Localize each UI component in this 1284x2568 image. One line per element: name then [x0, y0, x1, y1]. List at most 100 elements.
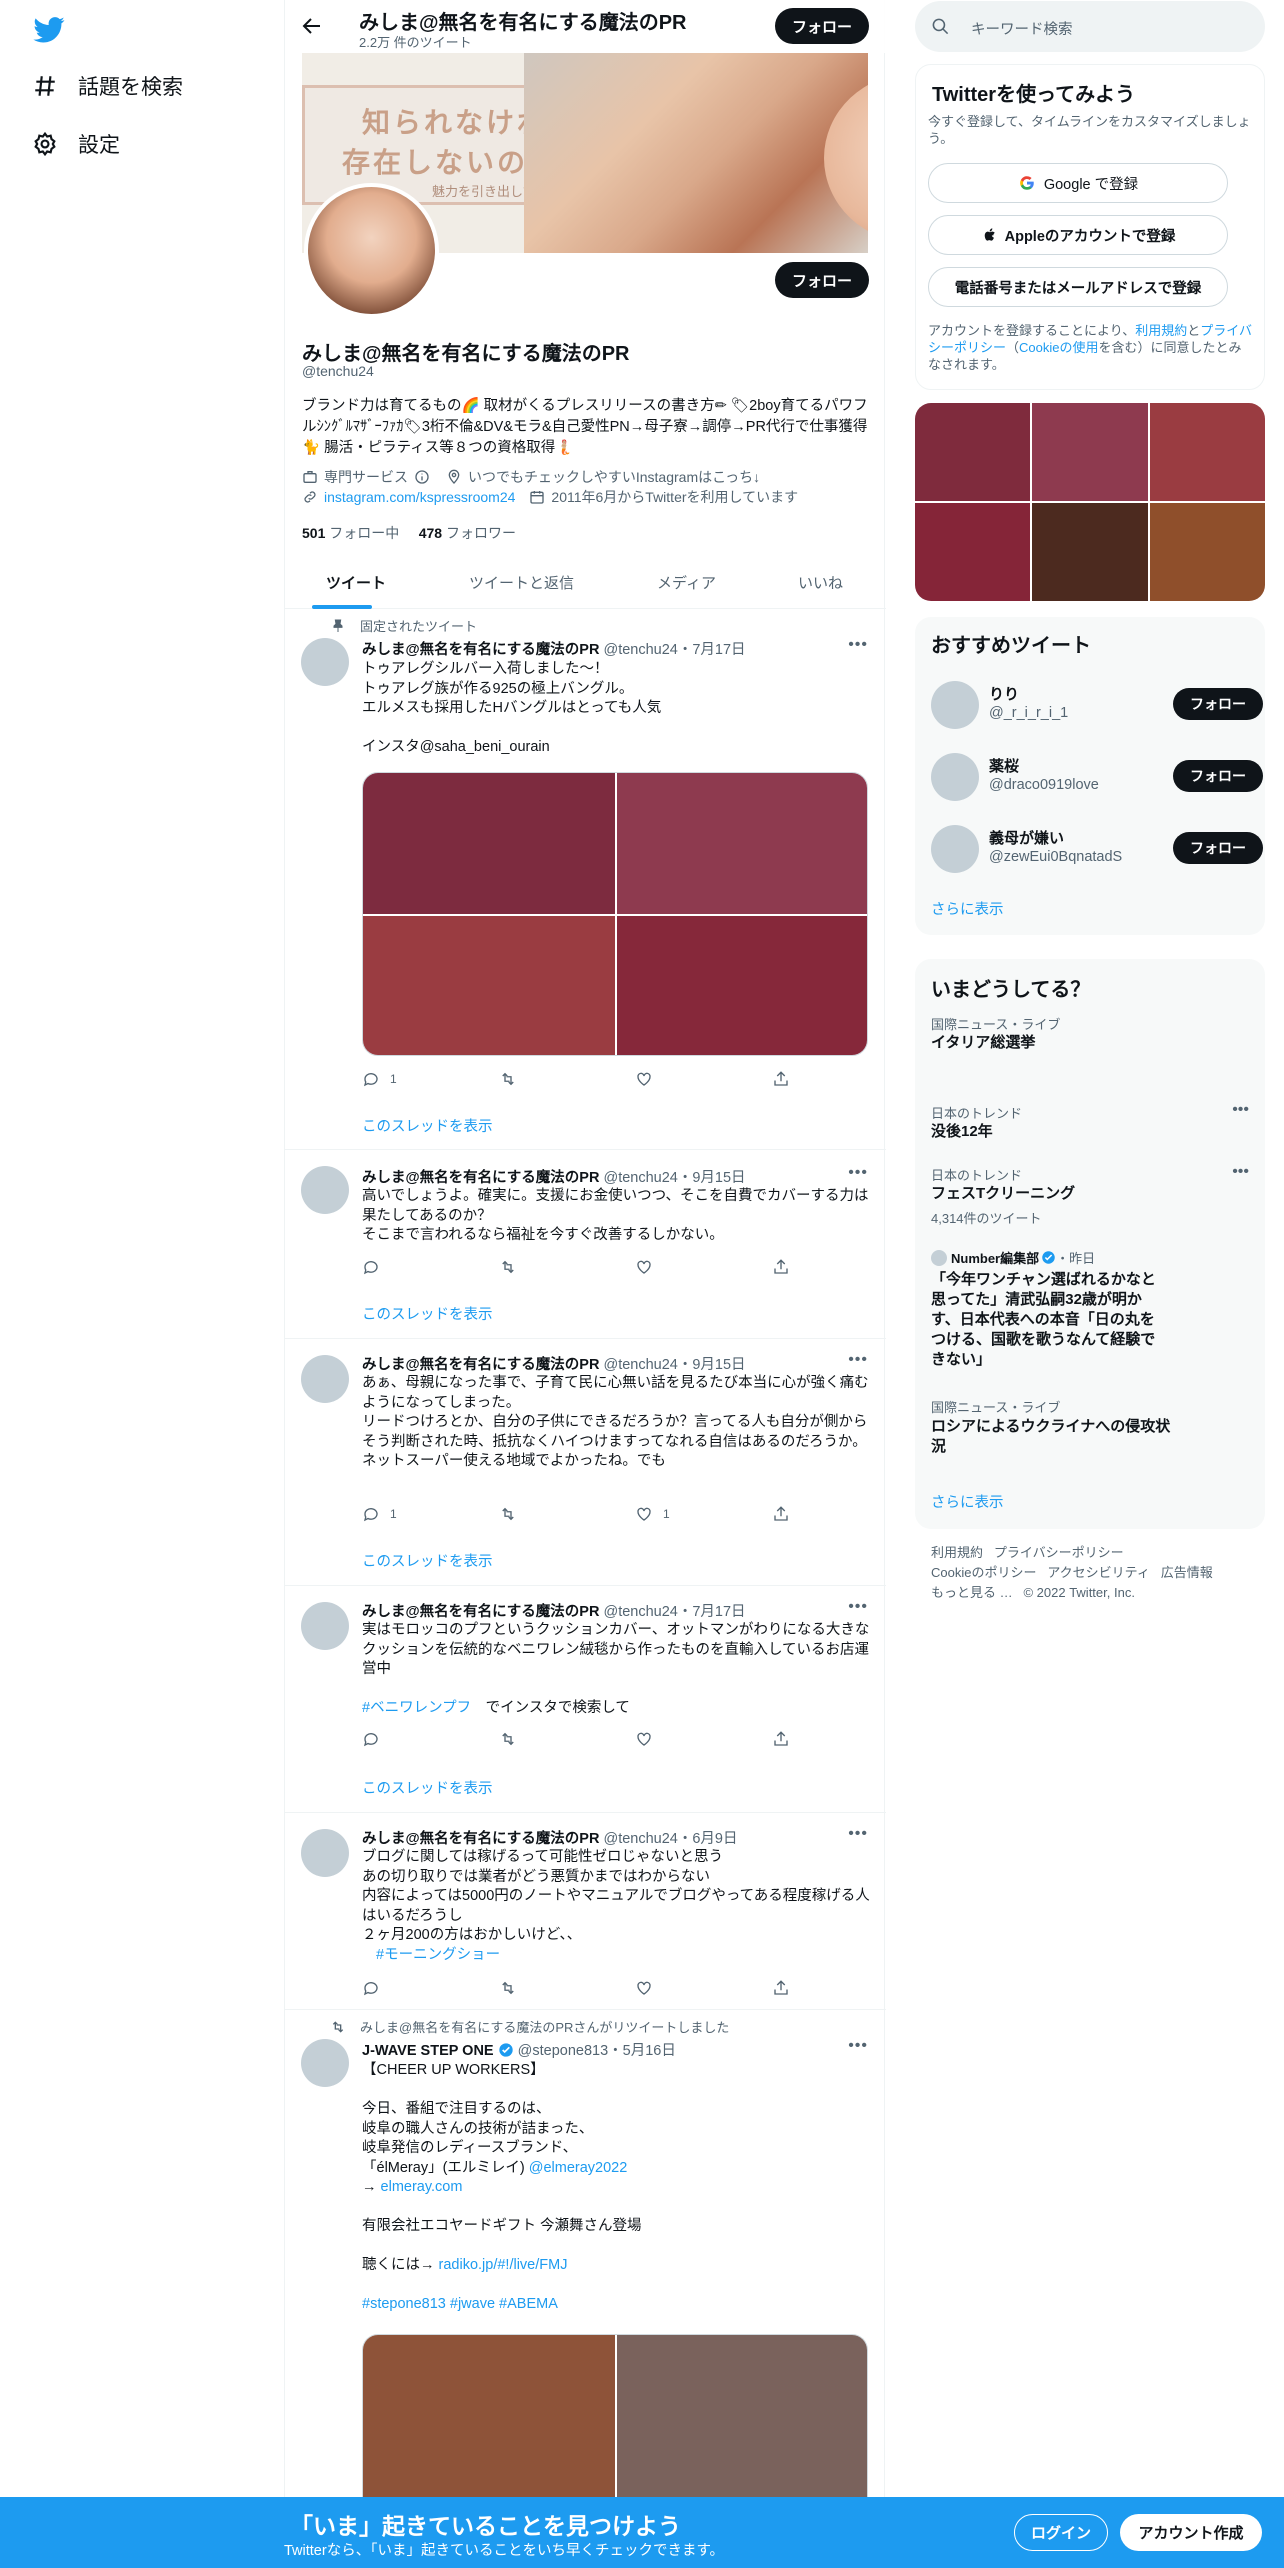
show-more-link[interactable]: さらに表示: [931, 1491, 1004, 1512]
sidebar-photo[interactable]: [1032, 403, 1148, 501]
profile-avatar[interactable]: [304, 183, 439, 318]
login-button[interactable]: ログイン: [1014, 2514, 1108, 2551]
reply-button[interactable]: [362, 1730, 390, 1748]
nav-explore[interactable]: 話題を検索: [32, 60, 183, 112]
author-name[interactable]: みしま@無名を有名にする魔法のPR: [362, 1604, 599, 1620]
terms-link[interactable]: 利用規約: [1135, 323, 1187, 338]
show-thread-link[interactable]: このスレッドを表示: [362, 1777, 493, 1798]
more-icon[interactable]: •••: [848, 2037, 868, 2055]
avatar[interactable]: [931, 753, 979, 801]
author-name[interactable]: みしま@無名を有名にする魔法のPR: [362, 642, 599, 658]
avatar[interactable]: [301, 1166, 349, 1214]
create-account-button[interactable]: アカウント作成: [1120, 2514, 1262, 2551]
more-icon[interactable]: •••: [1232, 1163, 1249, 1181]
show-thread-link[interactable]: このスレッドを表示: [362, 1303, 493, 1324]
more-icon[interactable]: •••: [848, 1825, 868, 1843]
footer-privacy[interactable]: プライバシーポリシー: [994, 1545, 1124, 1560]
more-icon[interactable]: •••: [848, 636, 868, 654]
like-button[interactable]: [635, 1258, 663, 1276]
footer-more[interactable]: もっと見る …: [931, 1585, 1013, 1600]
media-photo[interactable]: [617, 916, 867, 1055]
tweet[interactable]: みしま@無名を有名にする魔法のPR @tenchu24・9月15日 ••• 高い…: [285, 1151, 886, 1339]
like-button[interactable]: 1: [635, 1505, 670, 1523]
sidebar-photo[interactable]: [1032, 503, 1148, 601]
avatar[interactable]: [931, 681, 979, 729]
reply-button[interactable]: 1: [362, 1505, 397, 1523]
following-stat[interactable]: 501 フォロー中: [302, 525, 399, 541]
profile-follow-button[interactable]: フォロー: [775, 262, 869, 298]
media-photo[interactable]: [363, 916, 615, 1055]
avatar[interactable]: [301, 638, 349, 686]
tab-tweets[interactable]: ツイート: [326, 556, 386, 609]
follow-button[interactable]: フォロー: [1173, 688, 1263, 720]
back-arrow-icon[interactable]: [300, 14, 324, 38]
tweet[interactable]: みしま@無名を有名にする魔法のPR @tenchu24・9月15日 ••• あぁ…: [285, 1340, 886, 1586]
apple-signup-button[interactable]: Appleのアカウントで登録: [928, 215, 1228, 255]
hashtag-link[interactable]: #ベニワレンプフ: [362, 1700, 471, 1716]
avatar[interactable]: [931, 825, 979, 873]
google-signup-button[interactable]: Google で登録: [928, 163, 1228, 203]
sidebar-photo[interactable]: [1150, 403, 1265, 501]
retweet-button[interactable]: [499, 1505, 527, 1523]
search-box[interactable]: キーワード検索: [915, 1, 1265, 52]
nav-settings[interactable]: 設定: [32, 118, 120, 170]
retweet-button[interactable]: [499, 1070, 527, 1088]
footer-terms[interactable]: 利用規約: [931, 1545, 983, 1560]
recommended-user[interactable]: 義母が嫌い @zewEui0BqnatadS フォロー: [931, 822, 1263, 876]
followers-stat[interactable]: 478 フォロワー: [419, 525, 516, 541]
tweet-media-grid[interactable]: [362, 772, 868, 1056]
footer-accessibility[interactable]: アクセシビリティ: [1047, 1565, 1150, 1580]
avatar[interactable]: [301, 1829, 349, 1877]
website-link[interactable]: elmeray.com: [381, 2179, 463, 2195]
info-icon[interactable]: [414, 469, 430, 485]
retweet-button[interactable]: [499, 1730, 527, 1748]
cookie-link[interactable]: Cookieの使用: [1019, 340, 1098, 355]
sidebar-photo-grid[interactable]: [915, 403, 1265, 601]
avatar[interactable]: [301, 2039, 349, 2087]
avatar[interactable]: [301, 1355, 349, 1403]
share-button[interactable]: [772, 1979, 800, 1997]
author-name[interactable]: みしま@無名を有名にする魔法のPR: [362, 1170, 599, 1186]
hashtags-link[interactable]: #stepone813 #jwave #ABEMA: [362, 2296, 558, 2312]
media-photo[interactable]: [363, 773, 615, 914]
tweet[interactable]: 固定されたツイート みしま@無名を有名にする魔法のPR @tenchu24・7月…: [285, 610, 886, 1150]
retweet-button[interactable]: [499, 1979, 527, 1997]
phone-email-signup-button[interactable]: 電話番号またはメールアドレスで登録: [928, 267, 1228, 307]
author-name[interactable]: みしま@無名を有名にする魔法のPR: [362, 1357, 599, 1373]
tweet[interactable]: みしま@無名を有名にする魔法のPRさんがリツイートしました J-WAVE STE…: [285, 2011, 886, 2534]
like-button[interactable]: [635, 1730, 663, 1748]
twitter-logo-icon[interactable]: [33, 13, 65, 45]
share-button[interactable]: [772, 1505, 800, 1523]
media-photo[interactable]: [617, 773, 867, 914]
recommended-user[interactable]: 薬桜 @draco0919love フォロー: [931, 750, 1263, 804]
sidebar-photo[interactable]: [1150, 503, 1265, 601]
avatar[interactable]: [301, 1602, 349, 1650]
reply-button[interactable]: 1: [362, 1070, 397, 1088]
more-icon[interactable]: •••: [848, 1164, 868, 1182]
like-button[interactable]: [635, 1979, 663, 1997]
show-more-link[interactable]: さらに表示: [931, 898, 1004, 919]
like-button[interactable]: [635, 1070, 663, 1088]
sidebar-photo[interactable]: [915, 503, 1030, 601]
more-icon[interactable]: •••: [848, 1351, 868, 1369]
show-thread-link[interactable]: このスレッドを表示: [362, 1550, 493, 1571]
profile-url-link[interactable]: instagram.com/kspressroom24: [324, 489, 515, 505]
follow-button[interactable]: フォロー: [1173, 832, 1263, 864]
tab-media[interactable]: メディア: [657, 556, 716, 609]
recommended-user[interactable]: りり @_r_i_r_i_1 フォロー: [931, 678, 1263, 732]
reply-button[interactable]: [362, 1979, 390, 1997]
footer-ads[interactable]: 広告情報: [1161, 1565, 1213, 1580]
radiko-link[interactable]: radiko.jp/#!/live/FMJ: [439, 2257, 568, 2273]
tab-tweets-replies[interactable]: ツイートと返信: [469, 556, 574, 609]
mention-link[interactable]: @elmeray2022: [529, 2160, 628, 2176]
tweet[interactable]: みしま@無名を有名にする魔法のPR @tenchu24・7月17日 ••• 実は…: [285, 1587, 886, 1813]
more-icon[interactable]: •••: [848, 1598, 868, 1616]
footer-cookie[interactable]: Cookieのポリシー: [931, 1565, 1036, 1580]
tab-likes[interactable]: いいね: [798, 556, 843, 609]
author-name[interactable]: J-WAVE STEP ONE: [362, 2043, 494, 2059]
show-thread-link[interactable]: このスレッドを表示: [362, 1115, 493, 1136]
tweet[interactable]: みしま@無名を有名にする魔法のPR @tenchu24・6月9日 ••• ブログ…: [285, 1814, 886, 2010]
share-button[interactable]: [772, 1070, 800, 1088]
follow-button[interactable]: フォロー: [1173, 760, 1263, 792]
reply-button[interactable]: [362, 1258, 390, 1276]
